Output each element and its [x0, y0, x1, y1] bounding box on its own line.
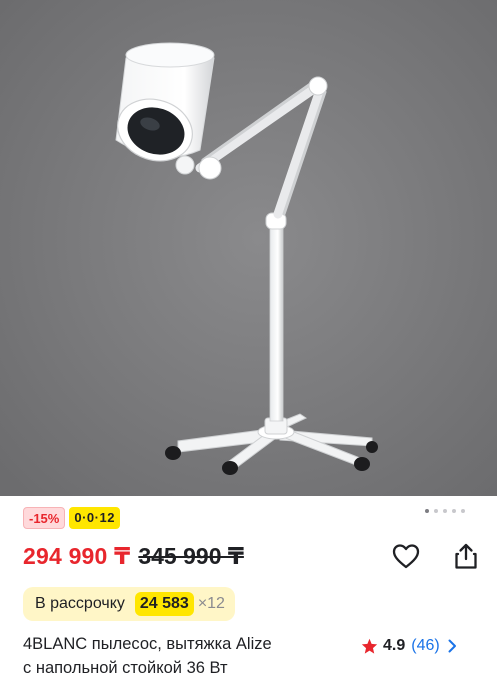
rating-link[interactable]: 4.9 (46): [361, 634, 457, 658]
discount-badge: -15%: [23, 507, 66, 529]
installment-label: В рассрочку: [35, 595, 125, 612]
chevron-right-icon: [448, 639, 457, 653]
heart-outline-icon: [392, 544, 420, 569]
product-actions: [390, 540, 482, 572]
carousel-dot[interactable]: [425, 509, 429, 513]
product-title: 4BLANC пылесос, вытяжка Alize с напольно…: [23, 632, 353, 680]
carousel-dot[interactable]: [443, 509, 447, 513]
carousel-dot[interactable]: [461, 509, 465, 513]
favorite-button[interactable]: [390, 540, 422, 572]
price-row: 294 990 ₸ 345 990 ₸: [23, 541, 244, 571]
star-icon: [361, 638, 378, 654]
carousel-dot[interactable]: [452, 509, 456, 513]
share-icon: [455, 543, 477, 569]
share-button[interactable]: [450, 540, 482, 572]
review-count: (46): [411, 637, 440, 654]
installment-offer[interactable]: В рассрочку 24 583 ×12: [23, 587, 235, 621]
current-price: 294 990 ₸: [23, 542, 131, 569]
product-title-line: 4BLANC пылесос, вытяжка Alize: [23, 635, 272, 653]
badge-row: -15% 0·0·12: [23, 507, 120, 529]
carousel-dot[interactable]: [434, 509, 438, 513]
rating-value: 4.9: [383, 637, 406, 654]
product-title-line: с напольной стойкой 36 Вт: [23, 659, 228, 677]
installment-multiplier: ×12: [197, 595, 225, 612]
carousel-dots: [425, 509, 465, 513]
product-image[interactable]: [0, 0, 497, 496]
installment-amount: 24 583: [134, 592, 194, 616]
old-price: 345 990 ₸: [138, 542, 244, 569]
installment-plan-badge: 0·0·12: [69, 507, 120, 529]
